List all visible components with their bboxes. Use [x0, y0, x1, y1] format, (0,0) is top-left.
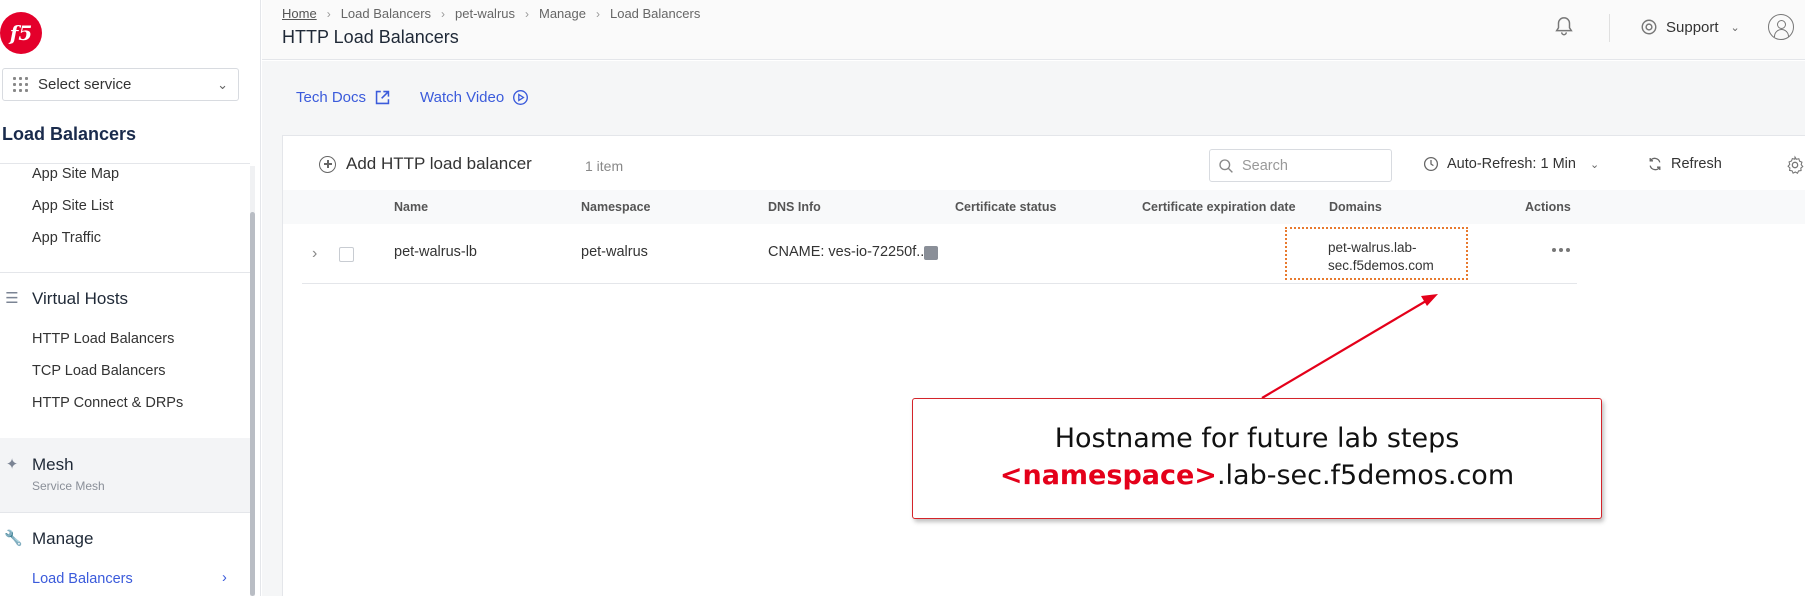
sidebar-item-tcp-load-balancers[interactable]: TCP Load Balancers	[32, 363, 166, 379]
table-header: Name Namespace DNS Info Certificate stat…	[283, 190, 1805, 224]
column-header-domains[interactable]: Domains	[1329, 200, 1382, 214]
column-header-actions: Actions	[1525, 200, 1571, 214]
annotation-line1: Hostname for future lab steps	[1054, 423, 1460, 454]
sidebar-item-http-load-balancers[interactable]: HTTP Load Balancers	[32, 331, 174, 347]
refresh-button[interactable]: Refresh	[1647, 156, 1722, 172]
page-title: HTTP Load Balancers	[282, 27, 459, 47]
sidebar-group-manage[interactable]: Manage	[32, 529, 93, 549]
external-link-icon	[375, 90, 390, 105]
annotation-line2: <namespace>.lab-sec.f5demos.com	[913, 460, 1601, 491]
sidebar-group-mesh-subtitle: Service Mesh	[32, 479, 105, 493]
header-divider	[1609, 14, 1610, 42]
scrollbar-thumb[interactable]	[250, 212, 255, 596]
search-input[interactable]	[1242, 157, 1382, 174]
sidebar-group-virtual-hosts[interactable]: Virtual Hosts	[32, 289, 128, 309]
sidebar-divider	[0, 163, 250, 164]
sidebar-scrollbar[interactable]	[250, 166, 255, 596]
breadcrumb-item[interactable]: Manage	[539, 6, 586, 21]
breadcrumb-separator-icon: ›	[326, 6, 331, 21]
annotation-namespace-token: <namespace>	[999, 460, 1217, 491]
copy-icon[interactable]	[921, 243, 938, 260]
mesh-icon: ✦	[5, 456, 19, 473]
search-field[interactable]	[1209, 149, 1392, 182]
sidebar-item-app-traffic[interactable]: App Traffic	[32, 230, 101, 246]
search-icon	[1219, 158, 1233, 173]
table-row[interactable]: › pet-walrus-lb pet-walrus CNAME: ves-io…	[302, 224, 1577, 284]
add-http-load-balancer-button[interactable]: Add HTTP load balancer	[319, 154, 532, 174]
sidebar-mesh-section[interactable]	[0, 438, 250, 512]
sidebar-item-app-site-list[interactable]: App Site List	[32, 198, 113, 214]
add-circle-icon	[319, 155, 336, 173]
column-header-namespace[interactable]: Namespace	[581, 200, 651, 214]
lifebuoy-icon	[1641, 19, 1657, 35]
sidebar-divider	[0, 512, 250, 513]
breadcrumb-separator-icon: ›	[525, 6, 529, 21]
auto-refresh-label: Auto-Refresh: 1 Min	[1447, 156, 1576, 172]
sidebar-item-http-connect-drps[interactable]: HTTP Connect & DRPs	[32, 395, 183, 411]
sidebar-item-load-balancers[interactable]: Load Balancers	[32, 571, 133, 587]
refresh-icon	[1649, 157, 1661, 171]
item-count: 1 item	[585, 158, 624, 174]
watch-video-link[interactable]: Watch Video	[420, 89, 529, 106]
clock-icon	[1423, 156, 1439, 172]
breadcrumb-home[interactable]: Home	[282, 6, 317, 21]
user-avatar-icon[interactable]	[1768, 14, 1794, 40]
f5-logo[interactable]: f5	[0, 12, 42, 54]
column-header-name[interactable]: Name	[394, 200, 428, 214]
breadcrumb-separator-icon: ›	[441, 6, 446, 21]
expand-row-icon[interactable]: ›	[312, 245, 317, 263]
select-service-dropdown[interactable]: Select service ⌄	[2, 68, 239, 101]
column-header-dns-info[interactable]: DNS Info	[768, 200, 821, 214]
support-menu[interactable]: Support ⌄	[1640, 18, 1740, 36]
chevron-down-icon: ⌄	[1730, 21, 1740, 34]
column-header-certificate-expiration[interactable]: Certificate expiration date	[1142, 200, 1296, 214]
cell-domains: pet-walrus.lab- sec.f5demos.com	[1328, 239, 1458, 275]
annotation-domain-suffix: .lab-sec.f5demos.com	[1216, 460, 1515, 491]
watch-video-label: Watch Video	[420, 89, 505, 106]
select-service-label: Select service	[38, 76, 132, 93]
sidebar-item-app-site-map[interactable]: App Site Map	[32, 166, 119, 182]
add-label: Add HTTP load balancer	[346, 154, 532, 173]
top-header: Home › Load Balancers › pet-walrus › Man…	[262, 0, 1805, 60]
more-actions-icon[interactable]	[1552, 248, 1570, 252]
virtual-hosts-icon: ☰	[5, 290, 19, 307]
breadcrumb-item[interactable]: pet-walrus	[455, 6, 515, 21]
breadcrumb-item: Load Balancers	[609, 6, 701, 21]
support-label: Support	[1666, 18, 1719, 36]
play-circle-icon	[513, 90, 529, 105]
breadcrumb-separator-icon: ›	[595, 6, 600, 21]
cell-namespace: pet-walrus	[581, 244, 648, 260]
column-header-certificate-status[interactable]: Certificate status	[955, 200, 1056, 214]
load-balancer-table-panel: Add HTTP load balancer 1 item Auto-Refre…	[282, 135, 1805, 596]
tech-docs-label: Tech Docs	[296, 89, 367, 106]
auto-refresh-dropdown[interactable]: Auto-Refresh: 1 Min ⌄	[1423, 156, 1599, 172]
breadcrumb-item[interactable]: Load Balancers	[341, 6, 431, 21]
chevron-down-icon: ⌄	[1589, 158, 1600, 171]
sidebar-section-title: Load Balancers	[2, 124, 137, 144]
refresh-label: Refresh	[1671, 156, 1722, 172]
tech-docs-link[interactable]: Tech Docs	[296, 89, 391, 106]
cell-dns-info: CNAME: ves-io-72250f...	[768, 244, 929, 260]
breadcrumb: Home › Load Balancers › pet-walrus › Man…	[282, 6, 700, 21]
row-checkbox[interactable]	[339, 247, 354, 262]
annotation-callout: Hostname for future lab steps <namespace…	[912, 398, 1602, 519]
sidebar-group-mesh[interactable]: Mesh	[32, 455, 74, 475]
bell-icon[interactable]	[1553, 14, 1575, 38]
gear-icon[interactable]	[1785, 155, 1805, 175]
apps-grid-icon	[13, 77, 28, 92]
sidebar: f5 Select service ⌄ Load Balancers App S…	[0, 0, 261, 596]
chevron-right-icon: ›	[222, 570, 227, 586]
sidebar-divider	[0, 272, 250, 273]
cell-name[interactable]: pet-walrus-lb	[394, 244, 477, 260]
chevron-down-icon: ⌄	[217, 76, 228, 92]
domain-line: sec.f5demos.com	[1328, 258, 1434, 273]
domain-line: pet-walrus.lab-	[1328, 240, 1417, 255]
wrench-icon: 🔧	[4, 530, 23, 547]
